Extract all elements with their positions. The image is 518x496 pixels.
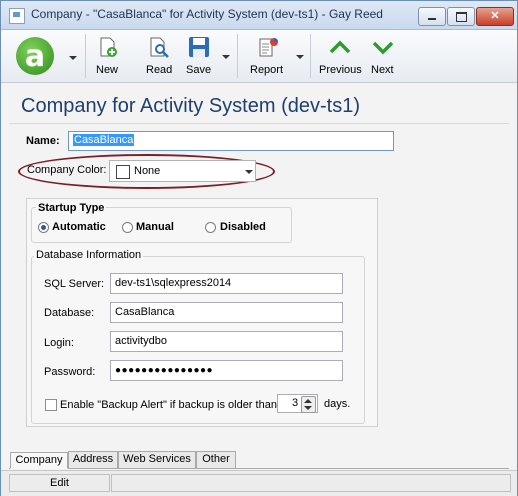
backup-alert-checkbox[interactable] [45, 399, 57, 411]
status-bar: Edit [1, 470, 517, 496]
stepper-buttons[interactable] [301, 396, 316, 413]
password-field[interactable]: ●●●●●●●●●●●●●●● [110, 360, 343, 381]
window-title: Company - "CasaBlanca" for Activity Syst… [31, 7, 383, 21]
company-color-dropdown[interactable]: None [109, 160, 256, 182]
maximize-button[interactable] [447, 7, 475, 26]
company-color-label: Company Color: [27, 164, 107, 176]
tab-strip-divider [9, 468, 509, 469]
company-window: Company - "CasaBlanca" for Activity Syst… [0, 0, 518, 496]
down-chevron-icon [372, 41, 394, 55]
database-info-title: Database Information [34, 249, 144, 261]
app-logo-icon[interactable]: a [16, 37, 54, 75]
report-button[interactable]: Report [248, 34, 288, 80]
status-mode: Edit [9, 474, 110, 492]
window-icon [9, 8, 25, 24]
tab-address[interactable]: Address [68, 451, 118, 468]
toolbar-separator [85, 34, 86, 78]
stepper-down-icon[interactable] [304, 406, 312, 410]
next-button[interactable]: Next [368, 34, 398, 80]
status-message-area [111, 474, 511, 492]
tab-web-services[interactable]: Web Services [118, 451, 196, 468]
color-swatch-icon [116, 165, 130, 179]
save-disk-icon [189, 37, 209, 57]
toolbar-separator [237, 34, 238, 78]
new-document-icon [100, 37, 117, 57]
login-field[interactable]: activitydbo [110, 331, 343, 352]
database-field[interactable]: CasaBlanca [110, 302, 343, 323]
backup-days-stepper[interactable]: 3 [277, 394, 318, 413]
new-button[interactable]: New [93, 34, 123, 80]
name-label-text: Name [26, 135, 56, 147]
close-button[interactable]: ✕ [476, 7, 514, 26]
close-icon: ✕ [490, 10, 500, 22]
report-label: Report [250, 64, 284, 76]
previous-label: Previous [319, 64, 362, 76]
name-field-value: CasaBlanca [73, 134, 135, 146]
save-dropdown-arrow-icon[interactable] [222, 55, 230, 59]
tab-other[interactable]: Other [196, 451, 236, 468]
login-label: Login: [44, 337, 74, 349]
name-field[interactable]: CasaBlanca [68, 131, 394, 151]
tab-company[interactable]: Company [10, 452, 68, 469]
read-button[interactable]: Read [143, 34, 175, 80]
sql-server-label: SQL Server: [44, 278, 105, 290]
read-label: Read [146, 64, 173, 76]
stepper-up-icon[interactable] [304, 399, 312, 403]
name-label: Name: [26, 135, 60, 147]
save-label: Save [186, 64, 212, 76]
manual-label[interactable]: Manual [136, 221, 174, 233]
previous-button[interactable]: Previous [317, 34, 363, 80]
up-chevron-icon [329, 40, 351, 54]
toolbar-separator [310, 34, 311, 78]
days-label: days. [324, 398, 351, 410]
password-label: Password: [44, 366, 96, 378]
manual-radio[interactable] [122, 222, 133, 233]
toolbar: a New Read Save Report Previous Next [1, 30, 517, 83]
header-divider [9, 123, 509, 124]
report-dropdown-arrow-icon[interactable] [296, 55, 304, 59]
disabled-radio[interactable] [205, 222, 216, 233]
maximize-icon [456, 12, 467, 22]
new-label: New [96, 64, 119, 76]
backup-alert-label[interactable]: Enable "Backup Alert" if backup is older… [60, 399, 277, 411]
save-button[interactable]: Save [185, 34, 215, 80]
company-color-value: None [134, 165, 161, 177]
backup-days-value: 3 [292, 397, 299, 409]
database-label: Database: [44, 307, 95, 319]
disabled-label[interactable]: Disabled [220, 221, 266, 233]
sql-server-field[interactable]: dev-ts1\sqlexpress2014 [110, 273, 343, 294]
next-label: Next [371, 64, 394, 76]
page-title: Company for Activity System (dev-ts1) [21, 95, 360, 117]
minimize-icon [428, 18, 436, 20]
automatic-radio[interactable] [38, 222, 49, 233]
minimize-button[interactable] [418, 7, 446, 26]
startup-type-title: Startup Type [36, 202, 107, 214]
read-icon [150, 37, 169, 58]
title-bar[interactable]: Company - "CasaBlanca" for Activity Syst… [1, 1, 517, 30]
automatic-label[interactable]: Automatic [52, 221, 106, 233]
logo-dropdown-arrow-icon[interactable] [69, 56, 77, 60]
report-icon [259, 38, 278, 57]
chevron-down-icon [245, 170, 253, 174]
